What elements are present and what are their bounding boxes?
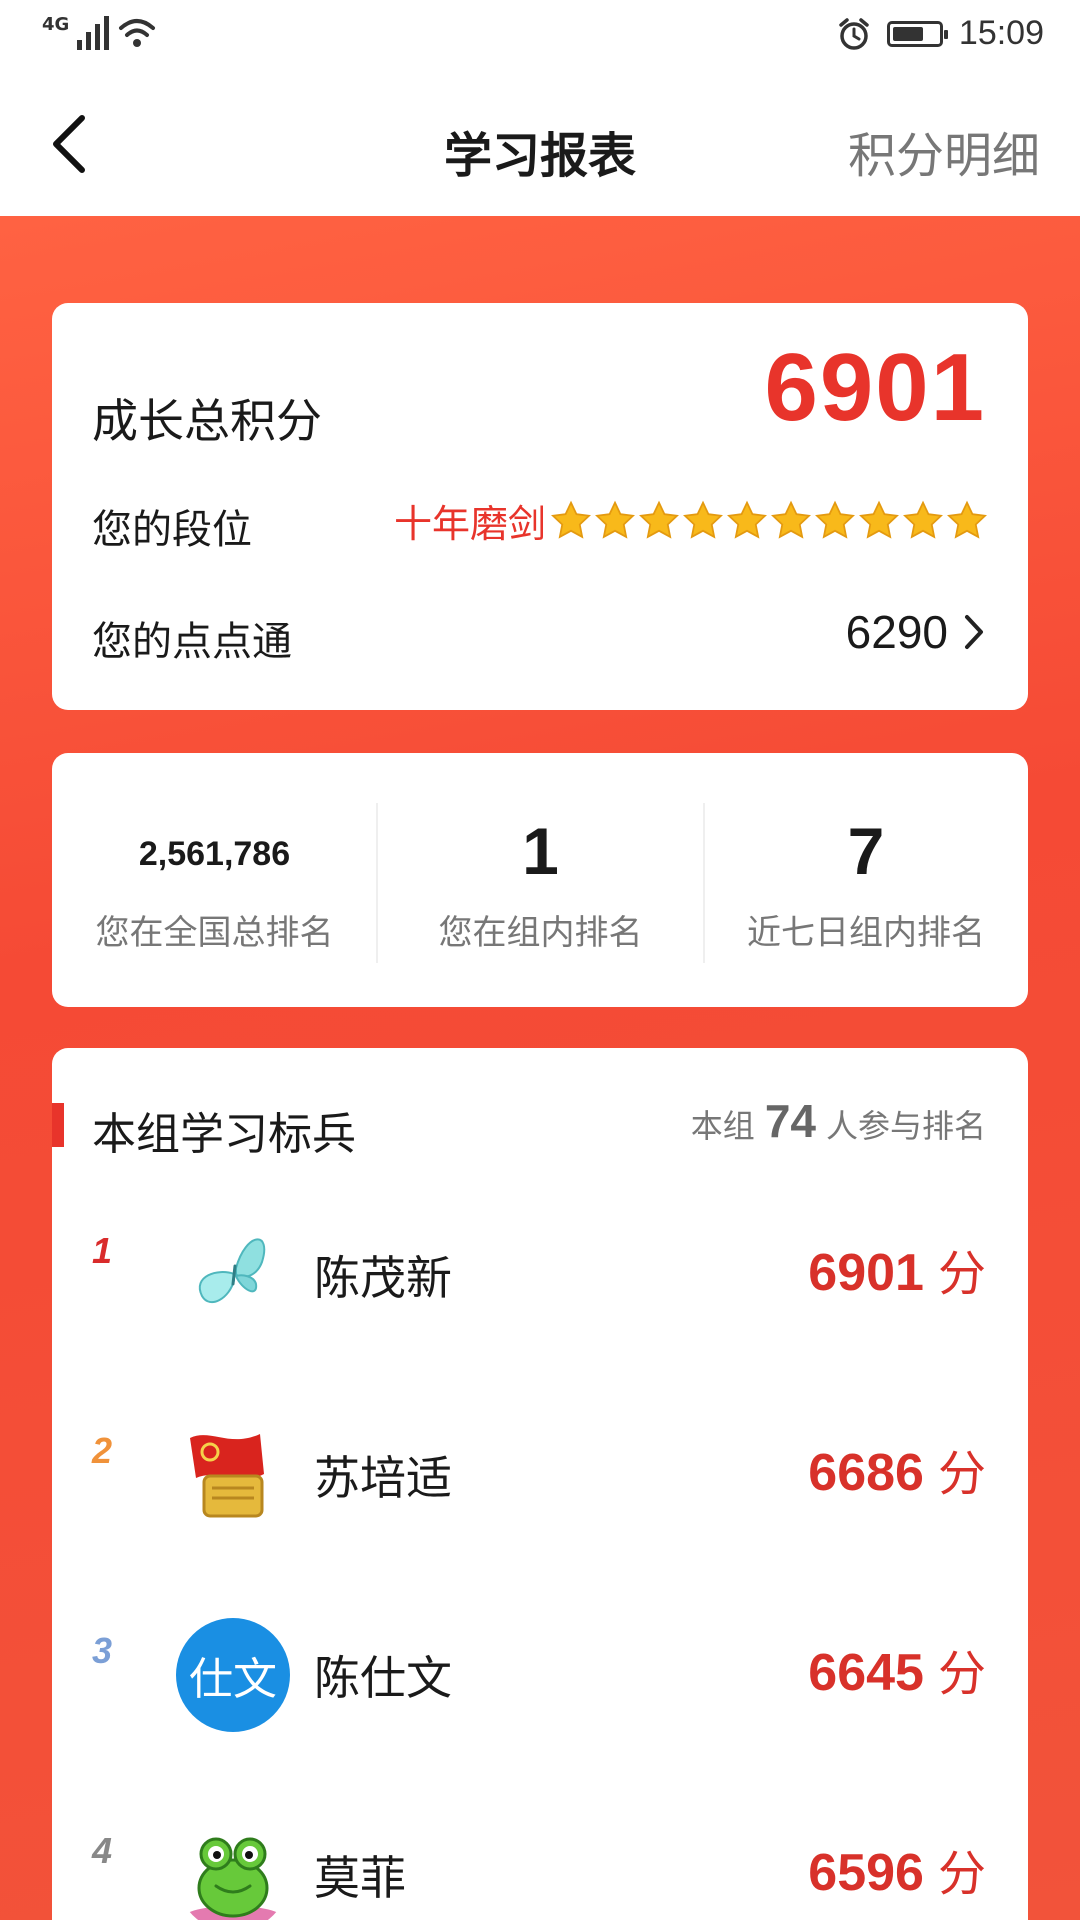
group-rank-value: 1	[522, 814, 559, 888]
status-bar: 4G 15:09	[0, 0, 1080, 72]
member-name: 陈仕文	[314, 1651, 452, 1705]
leaderboard-row[interactable]: 3 仕文 陈仕文 6645 分	[52, 1578, 1028, 1778]
rank-number: 3	[92, 1630, 113, 1671]
level-display: 十年磨剑	[394, 493, 988, 548]
ranking-stats-card: 2,561,786 您在全国总排名 1 您在组内排名 7 近七日组内排名	[52, 753, 1028, 1007]
group-leaderboard-card: 本组学习标兵 本组 74 人参与排名 1 陈茂新 6901 分 2 苏培适 66…	[52, 1048, 1028, 1920]
member-name: 陈茂新	[314, 1251, 452, 1305]
star-icon	[638, 500, 680, 542]
star-icon	[858, 500, 900, 542]
star-icon	[814, 500, 856, 542]
weekly-group-rank-value: 7	[847, 814, 885, 888]
level-stars	[550, 500, 988, 542]
leaderboard-row[interactable]: 2 苏培适 6686 分	[52, 1378, 1028, 1578]
total-points-label: 成长总积分	[92, 394, 322, 448]
score-unit: 分	[937, 1646, 986, 1702]
network-type: 4G	[42, 14, 70, 35]
participant-prefix: 本组	[690, 1107, 755, 1145]
flag-badge-avatar	[176, 1418, 290, 1532]
section-marker	[52, 1103, 64, 1147]
star-icon	[770, 500, 812, 542]
text-avatar: 仕文	[176, 1618, 290, 1732]
coins-row[interactable]: 6290	[846, 605, 986, 659]
member-score: 6901 分	[808, 1234, 986, 1304]
rank-number: 2	[92, 1430, 113, 1471]
group-rank-stat: 1 您在组内排名	[377, 753, 704, 1007]
score-unit: 分	[937, 1846, 986, 1902]
coins-label: 您的点点通	[92, 619, 292, 665]
member-score: 6686 分	[808, 1434, 986, 1504]
national-rank-stat: 2,561,786 您在全国总排名	[52, 753, 377, 1007]
star-icon	[550, 500, 592, 542]
rank-number: 4	[92, 1830, 113, 1871]
score-unit: 分	[937, 1446, 986, 1502]
score-value: 6645	[808, 1644, 924, 1702]
alarm-icon	[839, 17, 869, 50]
star-icon	[726, 500, 768, 542]
national-rank-value: 2,561,786	[138, 835, 291, 873]
star-icon	[946, 500, 988, 542]
leaderboard-title: 本组学习标兵	[92, 1109, 356, 1160]
participant-suffix: 人参与排名	[825, 1107, 986, 1145]
score-value: 6901	[808, 1244, 924, 1302]
score-value: 6596	[808, 1844, 924, 1902]
member-name: 苏培适	[314, 1451, 452, 1505]
member-score: 6596 分	[808, 1834, 986, 1904]
signal-area: 4G	[42, 16, 157, 50]
weekly-group-rank-label: 近七日组内排名	[747, 913, 985, 953]
top-nav: 学习报表 积分明细	[0, 72, 1080, 216]
battery-icon	[886, 20, 948, 47]
star-icon	[902, 500, 944, 542]
star-icon	[594, 500, 636, 542]
star-icon	[682, 500, 724, 542]
score-value: 6686	[808, 1444, 924, 1502]
member-score: 6645 分	[808, 1634, 986, 1704]
leaderboard-row[interactable]: 1 陈茂新 6901 分	[52, 1178, 1028, 1378]
signal-icon	[77, 16, 110, 50]
clock: 15:09	[958, 14, 1044, 52]
level-label: 您的段位	[92, 507, 252, 553]
level-title: 十年磨剑	[393, 502, 546, 546]
participant-count: 本组 74 人参与排名	[691, 1094, 986, 1148]
chevron-right-icon	[965, 615, 983, 649]
group-rank-label: 您在组内排名	[438, 913, 643, 953]
national-rank-label: 您在全国总排名	[95, 913, 334, 953]
total-points-value: 6901	[764, 334, 986, 441]
member-name: 莫菲	[314, 1851, 406, 1905]
weekly-group-rank-stat: 7 近七日组内排名	[704, 753, 1028, 1007]
butterfly-avatar	[176, 1218, 290, 1332]
score-unit: 分	[937, 1246, 986, 1302]
wifi-icon	[119, 19, 156, 47]
rank-number: 1	[92, 1230, 113, 1271]
leaderboard-row[interactable]: 4 莫菲 6596 分	[52, 1778, 1028, 1920]
coins-value: 6290	[845, 606, 948, 658]
points-detail-link[interactable]: 积分明细	[848, 116, 1040, 186]
frog-avatar	[176, 1818, 290, 1920]
points-summary-card: 成长总积分 6901 您的段位 十年磨剑 您的点点通 6290	[52, 303, 1028, 710]
participant-number: 74	[764, 1095, 816, 1147]
